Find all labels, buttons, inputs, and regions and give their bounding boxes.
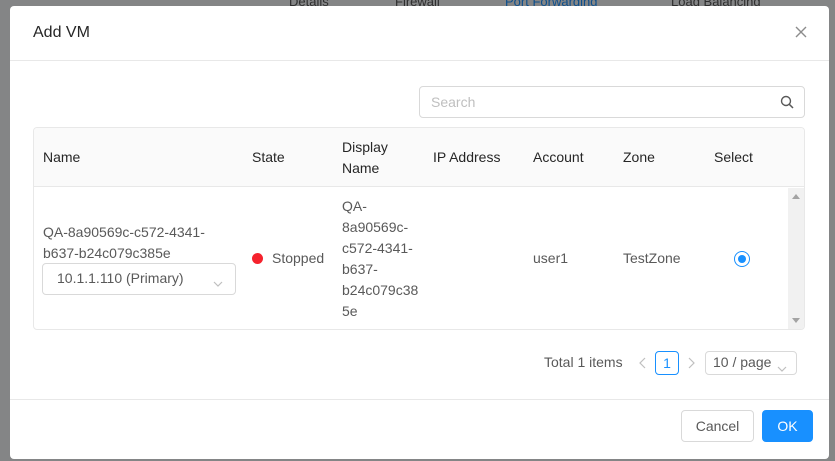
column-header-zone: Zone — [623, 149, 655, 165]
vm-name-line: b637-b24c079c385e — [43, 245, 171, 261]
ok-button[interactable]: OK — [762, 410, 813, 442]
vm-name: QA-8a90569c-c572-4341- b637-b24c079c385e — [43, 222, 205, 264]
cancel-button[interactable]: Cancel — [681, 410, 754, 442]
scroll-down-arrow-icon[interactable] — [792, 318, 800, 323]
close-icon[interactable] — [793, 24, 809, 40]
chevron-down-icon — [777, 360, 787, 372]
modal-title: Add VM — [33, 24, 90, 41]
column-header-account: Account — [533, 149, 584, 165]
select-radio[interactable] — [734, 251, 750, 267]
vm-account: user1 — [533, 250, 569, 266]
modal-footer: Cancel OK — [10, 399, 829, 459]
status-dot — [252, 253, 263, 264]
vm-zone: TestZone — [623, 250, 681, 266]
column-header-name: Name — [43, 149, 81, 165]
table-header: Name State Display Name IP Address Accou… — [34, 128, 804, 187]
column-header-state: State — [252, 149, 285, 165]
search-icon[interactable] — [780, 95, 794, 109]
search-box — [419, 86, 805, 118]
vm-display-name-line: c572-4341- — [342, 240, 413, 256]
modal-header: Add VM — [10, 6, 829, 61]
vm-display-name: QA- 8a90569c- c572-4341- b637- b24c079c3… — [342, 196, 418, 322]
column-header-select: Select — [714, 149, 753, 165]
vm-display-name-line: 5e — [342, 303, 358, 319]
ip-select[interactable]: 10.1.1.110 (Primary) — [42, 263, 236, 295]
page-size-value: 10 / page — [713, 354, 772, 370]
ip-select-value: 10.1.1.110 (Primary) — [57, 270, 184, 286]
column-header-display-name-line: Display — [342, 139, 388, 155]
pagination-page-1[interactable]: 1 — [655, 351, 679, 375]
chevron-left-icon[interactable] — [636, 355, 650, 371]
vm-name-line: QA-8a90569c-c572-4341- — [43, 224, 205, 240]
page-size-select[interactable]: 10 / page — [705, 351, 797, 375]
chevron-right-icon[interactable] — [684, 355, 698, 371]
vm-display-name-line: b637- — [342, 261, 378, 277]
vm-table: Name State Display Name IP Address Accou… — [33, 127, 805, 330]
chevron-down-icon — [213, 275, 223, 287]
pagination-total: Total 1 items — [544, 354, 623, 370]
table-scrollbar[interactable] — [788, 188, 804, 329]
vm-state: Stopped — [272, 250, 325, 266]
scroll-up-arrow-icon[interactable] — [792, 194, 800, 199]
column-header-display-name-line: Name — [342, 160, 380, 176]
vm-display-name-line: QA- — [342, 198, 367, 214]
search-input[interactable] — [420, 87, 770, 117]
vm-display-name-line: 8a90569c- — [342, 219, 409, 235]
vm-display-name-line: b24c079c38 — [342, 282, 419, 298]
column-header-display-name: Display Name — [342, 137, 388, 179]
add-vm-dialog: Add VM Name State Display Name IP Addres… — [10, 6, 829, 459]
column-header-ip-address: IP Address — [433, 149, 501, 165]
